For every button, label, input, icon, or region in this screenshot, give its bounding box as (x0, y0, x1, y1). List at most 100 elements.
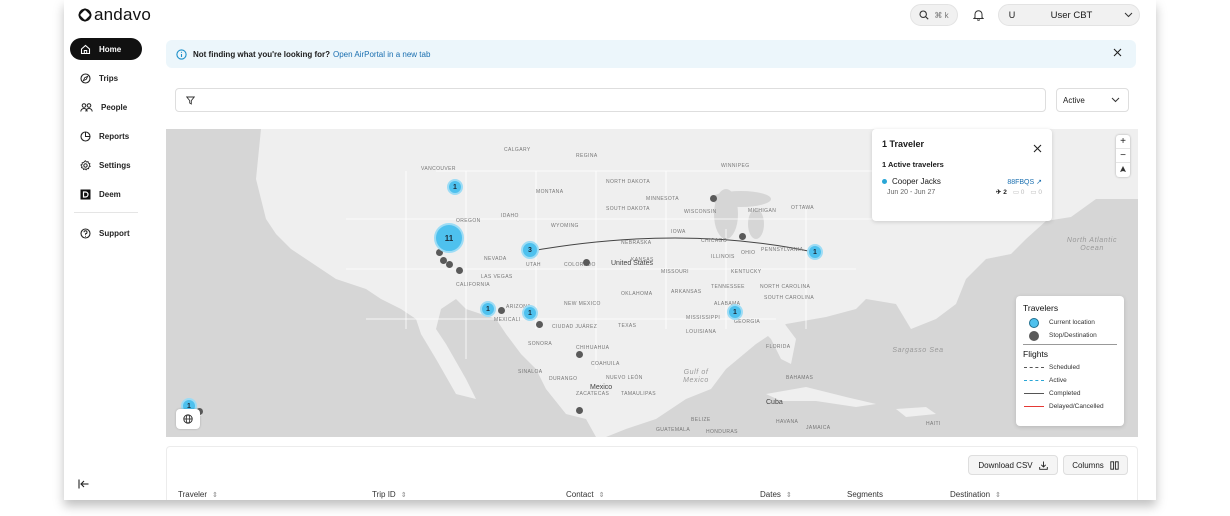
home-icon (80, 44, 91, 54)
ocean-label: North Atlantic Ocean (1066, 237, 1118, 252)
trip-code-link[interactable]: 88FBQS ↗ (1007, 178, 1042, 186)
column-header-contact[interactable]: Contact ⇕ (566, 490, 604, 499)
map-label: Sinaloa (518, 369, 543, 375)
stop-marker[interactable] (576, 407, 583, 414)
collapse-sidebar-button[interactable] (78, 476, 89, 494)
traveler-cluster[interactable]: 1 (727, 304, 743, 320)
deem-logo-icon (80, 189, 91, 199)
map-label: Wyoming (551, 223, 579, 229)
chevron-down-icon (1124, 12, 1133, 18)
notifications-button[interactable] (968, 5, 988, 25)
map-label: Texas (618, 323, 637, 329)
map-label: Guatemala (656, 427, 691, 433)
zoom-in-button[interactable]: + (1116, 135, 1130, 149)
zoom-out-button[interactable]: − (1116, 149, 1130, 163)
traveler-cluster[interactable]: 1 (480, 301, 496, 317)
column-header-label: Trip ID (372, 490, 396, 499)
gear-icon (80, 159, 91, 170)
traveler-row[interactable]: Cooper Jacks 88FBQS ↗ (882, 177, 1042, 186)
stop-marker[interactable] (498, 307, 505, 314)
sidebar-item-label: Support (99, 228, 130, 238)
info-banner: Not finding what you're looking for? Ope… (166, 40, 1136, 68)
columns-label: Columns (1072, 460, 1104, 470)
user-avatar: U (1008, 10, 1016, 20)
stop-marker[interactable] (576, 351, 583, 358)
globe-view-button[interactable] (176, 409, 200, 429)
sort-icon: ⇕ (212, 491, 218, 499)
sidebar-item-label: Reports (99, 131, 130, 141)
column-header-label: Segments (847, 490, 884, 499)
legend-item: Current location (1023, 316, 1117, 329)
columns-icon (1110, 460, 1119, 470)
stop-marker[interactable] (710, 195, 717, 202)
traveler-cluster[interactable]: 3 (521, 241, 539, 259)
map-label: Georgia (734, 319, 761, 325)
close-traveler-panel-button[interactable] (1033, 140, 1042, 158)
stop-marker[interactable] (456, 267, 463, 274)
map-label: South Dakota (606, 206, 650, 212)
map-label: Nebraska (621, 240, 652, 246)
user-name: User CBT (1050, 9, 1093, 21)
stop-marker[interactable] (536, 321, 543, 328)
map-label: Jamaica (806, 425, 831, 431)
stop-marker[interactable] (583, 259, 590, 266)
map-label: New Mexico (564, 301, 601, 307)
car-count: 0 (1038, 189, 1042, 196)
map-label: Havana (776, 419, 799, 425)
map-label: Colorado (564, 262, 596, 268)
sidebar-item-label: Home (99, 44, 122, 54)
sidebar-item-settings[interactable]: Settings (70, 154, 142, 176)
download-csv-button[interactable]: Download CSV (968, 455, 1058, 475)
airportal-link[interactable]: Open AirPortal in a new tab (333, 50, 430, 59)
user-menu-button[interactable]: U User CBT (998, 4, 1140, 26)
sidebar-item-trips[interactable]: Trips (70, 67, 142, 89)
map-label: Ottawa (791, 205, 815, 211)
column-header-traveler[interactable]: Traveler ⇕ (178, 490, 218, 499)
download-icon (1038, 461, 1048, 470)
map-label: North Carolina (760, 284, 811, 290)
andavo-logo-icon (78, 8, 92, 22)
map-label: Nuevo León (606, 375, 643, 381)
traveler-cluster[interactable]: 1 (807, 244, 823, 260)
map-label: Mexicali (494, 317, 521, 323)
column-header-trip-id[interactable]: Trip ID ⇕ (372, 490, 407, 499)
delayed-line-swatch (1024, 406, 1044, 407)
active-status-dot (882, 179, 887, 184)
traveler-cluster[interactable]: 1 (522, 305, 538, 321)
sidebar-item-reports[interactable]: Reports (70, 125, 142, 147)
trip-dates: Jun 20 - Jun 27 (887, 188, 936, 196)
sidebar-item-deem[interactable]: Deem (70, 183, 142, 205)
sort-icon: ⇕ (400, 491, 407, 499)
sidebar-item-home[interactable]: Home (70, 38, 142, 60)
andavo-logo[interactable]: andavo (78, 5, 151, 25)
filter-input[interactable] (175, 88, 1046, 112)
active-travelers-count: 1 Active travelers (882, 160, 944, 169)
people-icon (80, 102, 93, 112)
map-label: Oklahoma (621, 291, 653, 297)
map-label: Montana (536, 189, 564, 195)
traveler-cluster[interactable]: 11 (434, 223, 464, 253)
sidebar-item-support[interactable]: Support (70, 222, 142, 244)
map-label: Belize (691, 417, 711, 423)
sidebar-item-label: Trips (99, 73, 119, 83)
traveler-cluster[interactable]: 1 (447, 179, 463, 195)
map-label: Chihuahua (576, 345, 610, 351)
car-icon: ▭ (1030, 189, 1037, 196)
map-label: Illinois (711, 254, 735, 260)
columns-button[interactable]: Columns (1063, 455, 1128, 475)
legend-travelers-title: Travelers (1023, 303, 1059, 313)
stop-marker[interactable] (739, 233, 746, 240)
column-header-destination[interactable]: Destination ⇕ (950, 490, 1001, 499)
legend-item: Active (1023, 374, 1117, 387)
sidebar-divider (74, 212, 138, 213)
column-header-dates[interactable]: Dates ⇕ (760, 490, 792, 499)
close-banner-button[interactable] (1113, 48, 1122, 59)
column-header-label: Traveler (178, 490, 208, 499)
stop-marker[interactable] (446, 261, 453, 268)
sidebar-item-people[interactable]: People (70, 96, 142, 118)
reset-north-button[interactable] (1116, 163, 1130, 177)
search-button[interactable]: ⌘ k (910, 4, 958, 26)
segment-counts: ✈ 2 ▭ 0 ▭ 0 (996, 188, 1042, 196)
status-select[interactable]: Active (1056, 88, 1129, 112)
column-header-label: Contact (566, 490, 594, 499)
